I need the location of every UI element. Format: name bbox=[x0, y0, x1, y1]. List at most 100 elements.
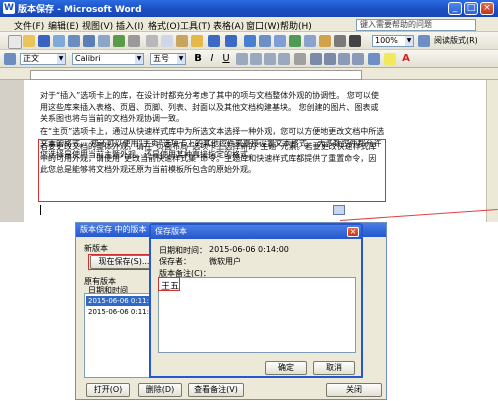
zoom-select[interactable]: 100% ▼ bbox=[372, 35, 414, 47]
line-spacing-icon[interactable] bbox=[294, 53, 306, 65]
paste-options-icon[interactable] bbox=[333, 205, 345, 215]
cut-icon[interactable] bbox=[146, 35, 158, 47]
standard-toolbar: 100% ▼ 阅读版式(R) bbox=[0, 32, 498, 50]
open-button[interactable]: 打开(O) bbox=[86, 383, 130, 397]
ruler-strip bbox=[30, 70, 362, 80]
help-icon[interactable] bbox=[418, 35, 430, 47]
view-notes-button[interactable]: 查看备注(V) bbox=[188, 383, 244, 397]
save-icon[interactable] bbox=[38, 35, 50, 47]
close-icon[interactable]: × bbox=[347, 227, 359, 237]
versions-list[interactable]: 2015-06-06 0:11:0 2015-06-06 0:11:0 bbox=[84, 293, 152, 378]
font-value: Calibri bbox=[75, 54, 101, 63]
read-mode-button[interactable]: 阅读版式(R) bbox=[434, 35, 478, 47]
minimize-button[interactable]: _ bbox=[448, 2, 462, 15]
menu-edit[interactable]: 编辑(E) bbox=[48, 19, 79, 32]
chevron-down-icon: ▼ bbox=[177, 54, 185, 64]
font-size-value: 五号 bbox=[153, 54, 169, 63]
chevron-down-icon: ▼ bbox=[405, 36, 413, 46]
new-versions-label: 新版本 bbox=[84, 244, 108, 253]
border-icon[interactable] bbox=[368, 53, 380, 65]
close-button[interactable]: × bbox=[480, 2, 494, 15]
document-paragraph-1: 对于“插入”选项卡上的库，在设计时都充分考虑了其中的项与文档整体外观的协调性。 … bbox=[40, 91, 379, 123]
background-left bbox=[0, 222, 75, 401]
print-preview-icon[interactable] bbox=[98, 35, 110, 47]
email-icon[interactable] bbox=[68, 35, 80, 47]
font-size-select[interactable]: 五号 ▼ bbox=[150, 53, 186, 65]
underline-icon[interactable]: U bbox=[220, 53, 232, 65]
ok-button[interactable]: 确定 bbox=[265, 361, 307, 375]
undo-icon[interactable] bbox=[208, 35, 220, 47]
copy-icon[interactable] bbox=[161, 35, 173, 47]
bold-icon[interactable]: B bbox=[192, 53, 204, 65]
menu-help[interactable]: 帮助(H) bbox=[280, 19, 312, 32]
highlight-icon[interactable] bbox=[384, 53, 396, 65]
maximize-button[interactable]: □ bbox=[464, 2, 478, 15]
show-hide-icon[interactable] bbox=[349, 35, 361, 47]
chevron-down-icon: ▼ bbox=[135, 54, 143, 64]
spelling-icon[interactable] bbox=[113, 35, 125, 47]
style-value: 正文 bbox=[23, 54, 39, 63]
document-map-icon[interactable] bbox=[334, 35, 346, 47]
help-search-input[interactable]: 键入需要帮助的问题 bbox=[356, 19, 476, 31]
format-painter-icon[interactable] bbox=[191, 35, 203, 47]
menu-tools[interactable]: 工具(T) bbox=[180, 19, 211, 32]
vertical-ruler bbox=[0, 80, 24, 222]
menu-insert[interactable]: 插入(I) bbox=[116, 19, 144, 32]
cancel-button[interactable]: 取消 bbox=[313, 361, 355, 375]
version-notes-textarea[interactable]: 王五 bbox=[158, 277, 356, 353]
formatting-toolbar: 正文 ▼ Calibri ▼ 五号 ▼ B I U A bbox=[0, 50, 498, 68]
list-item[interactable]: 2015-06-06 0:11:0 bbox=[86, 307, 152, 317]
permission-icon[interactable] bbox=[53, 35, 65, 47]
highlight-box-notes bbox=[158, 277, 180, 291]
chevron-down-icon: ▼ bbox=[57, 54, 65, 64]
save-version-dialog-title: 保存版本 bbox=[151, 225, 361, 239]
delete-button[interactable]: 删除(D) bbox=[138, 383, 182, 397]
insert-excel-icon[interactable] bbox=[289, 35, 301, 47]
font-select[interactable]: Calibri ▼ bbox=[72, 53, 144, 65]
background-right bbox=[387, 222, 498, 401]
text-cursor bbox=[40, 205, 41, 215]
italic-icon[interactable]: I bbox=[206, 53, 218, 65]
close-dialog-button[interactable]: 关闭 bbox=[326, 383, 382, 397]
align-left-icon[interactable] bbox=[236, 53, 248, 65]
numbering-icon[interactable] bbox=[310, 53, 322, 65]
saved-by-value: 微软用户 bbox=[209, 257, 241, 266]
title-bar: W 版本保存 - Microsoft Word _ □ × bbox=[0, 0, 498, 17]
new-document-icon[interactable] bbox=[8, 35, 22, 49]
list-item[interactable]: 2015-06-06 0:11:0 bbox=[86, 296, 152, 306]
increase-indent-icon[interactable] bbox=[352, 53, 364, 65]
justify-icon[interactable] bbox=[278, 53, 290, 65]
open-folder-icon[interactable] bbox=[23, 35, 35, 47]
font-color-icon[interactable]: A bbox=[400, 53, 412, 65]
redo-icon[interactable] bbox=[225, 35, 237, 47]
drawing-icon[interactable] bbox=[319, 35, 331, 47]
horizontal-ruler[interactable] bbox=[0, 68, 498, 80]
insert-table-icon[interactable] bbox=[274, 35, 286, 47]
zoom-value: 100% bbox=[375, 36, 398, 45]
tables-borders-icon[interactable] bbox=[259, 35, 271, 47]
style-select[interactable]: 正文 ▼ bbox=[20, 53, 66, 65]
columns-icon[interactable] bbox=[304, 35, 316, 47]
research-icon[interactable] bbox=[128, 35, 140, 47]
save-version-dialog: 保存版本 × 日期和时间： 2015-06-06 0:14:00 保存者： 微软… bbox=[149, 223, 363, 378]
saved-by-label: 保存者： bbox=[159, 257, 191, 266]
menu-view[interactable]: 视图(V) bbox=[82, 19, 113, 32]
paste-icon[interactable] bbox=[176, 35, 188, 47]
word-app-icon: W bbox=[3, 2, 15, 14]
menu-format[interactable]: 格式(O) bbox=[148, 19, 180, 32]
menu-table[interactable]: 表格(A) bbox=[213, 19, 244, 32]
hyperlink-icon[interactable] bbox=[244, 35, 256, 47]
print-icon[interactable] bbox=[83, 35, 95, 47]
window-title: 版本保存 - Microsoft Word bbox=[18, 5, 142, 15]
date-time-label: 日期和时间： bbox=[159, 246, 207, 255]
align-right-icon[interactable] bbox=[264, 53, 276, 65]
decrease-indent-icon[interactable] bbox=[338, 53, 350, 65]
menu-file[interactable]: 文件(F) bbox=[14, 19, 44, 32]
vertical-scrollbar[interactable] bbox=[486, 80, 498, 222]
document-paragraph-3: 若要更改文档的整体外观，请在“页面布局”选项卡上选择新的“主题”元素。若要更改快… bbox=[40, 142, 377, 174]
bullets-icon[interactable] bbox=[324, 53, 336, 65]
menu-window[interactable]: 窗口(W) bbox=[246, 19, 280, 32]
align-center-icon[interactable] bbox=[250, 53, 262, 65]
date-time-value: 2015-06-06 0:14:00 bbox=[209, 245, 289, 254]
styles-pane-icon[interactable] bbox=[4, 53, 16, 65]
